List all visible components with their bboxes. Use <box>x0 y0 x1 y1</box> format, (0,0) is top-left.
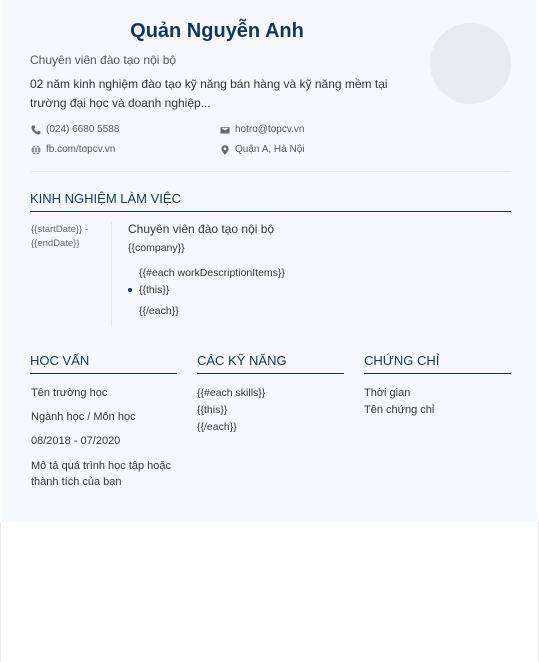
experience-this: {{this}} <box>139 284 170 296</box>
education-major: Ngành học / Môn học <box>31 411 136 423</box>
cv-page: Quản Nguyễn Anh Chuyên viên đào tạo nội … <box>2 0 537 522</box>
education-description: Mô tả quá trình học tập hoặc thành tích … <box>31 460 172 488</box>
address-text: Quận A, Hà Nội <box>235 144 305 155</box>
skills-each-open: {{#each skills}} <box>197 387 266 399</box>
contact-address: Quận A, Hà Nội <box>220 144 304 155</box>
skills-title: CÁC KỸ NĂNG <box>197 353 287 368</box>
email-text: hotro@topcv.vn <box>235 124 305 135</box>
education-underline <box>30 373 177 374</box>
certificates-underline <box>364 373 511 374</box>
globe-icon <box>31 144 41 155</box>
email-icon <box>220 126 230 133</box>
experience-timeline-line <box>111 222 112 327</box>
education-title: HỌC VẤN <box>30 353 90 368</box>
candidate-position: Chuyên viên đào tạo nội bộ <box>30 53 177 67</box>
phone-text: (024) 6680 5588 <box>46 124 120 135</box>
blank-area <box>0 522 539 662</box>
skills-underline <box>197 373 344 374</box>
certificate-name: Tên chứng chỉ <box>364 404 435 416</box>
education-school: Tên trường học <box>31 387 108 399</box>
experience-dates: {{startDate}} - {{endDate}} <box>31 223 101 251</box>
avatar[interactable] <box>430 23 511 104</box>
experience-job-title: Chuyên viên đào tạo nội bộ <box>128 222 275 236</box>
skills-this: {{this}} <box>197 404 228 416</box>
experience-start-date: {{startDate}} - <box>31 224 89 235</box>
contact-phone: (024) 6680 5588 <box>31 124 119 135</box>
experience-company: {{company}} <box>128 242 185 254</box>
candidate-name: Quản Nguyễn Anh <box>130 20 304 42</box>
candidate-summary: 02 năm kinh nghiệm đào tạo kỹ năng bán h… <box>30 77 388 110</box>
location-icon <box>221 144 229 155</box>
contact-email: hotro@topcv.vn <box>220 124 304 135</box>
experience-title: KINH NGHIỆM LÀM VIỆC <box>30 191 181 206</box>
header-divider <box>30 171 511 172</box>
experience-end-date: {{endDate}} <box>31 238 80 249</box>
education-period: 08/2018 - 07/2020 <box>31 435 121 447</box>
certificates-title: CHỨNG CHỈ <box>364 353 440 368</box>
experience-underline <box>30 211 511 212</box>
website-text: fb.com/topcv.vn <box>46 144 116 155</box>
certificate-time: Thời gian <box>364 387 411 399</box>
experience-each-close: {{/each}} <box>139 305 179 317</box>
skills-each-close: {{/each}} <box>197 421 237 433</box>
experience-each-open: {{#each workDescriptionItems}} <box>139 267 285 279</box>
phone-icon <box>31 125 41 134</box>
contact-website: fb.com/topcv.vn <box>31 144 115 155</box>
bullet-dot <box>128 288 132 292</box>
